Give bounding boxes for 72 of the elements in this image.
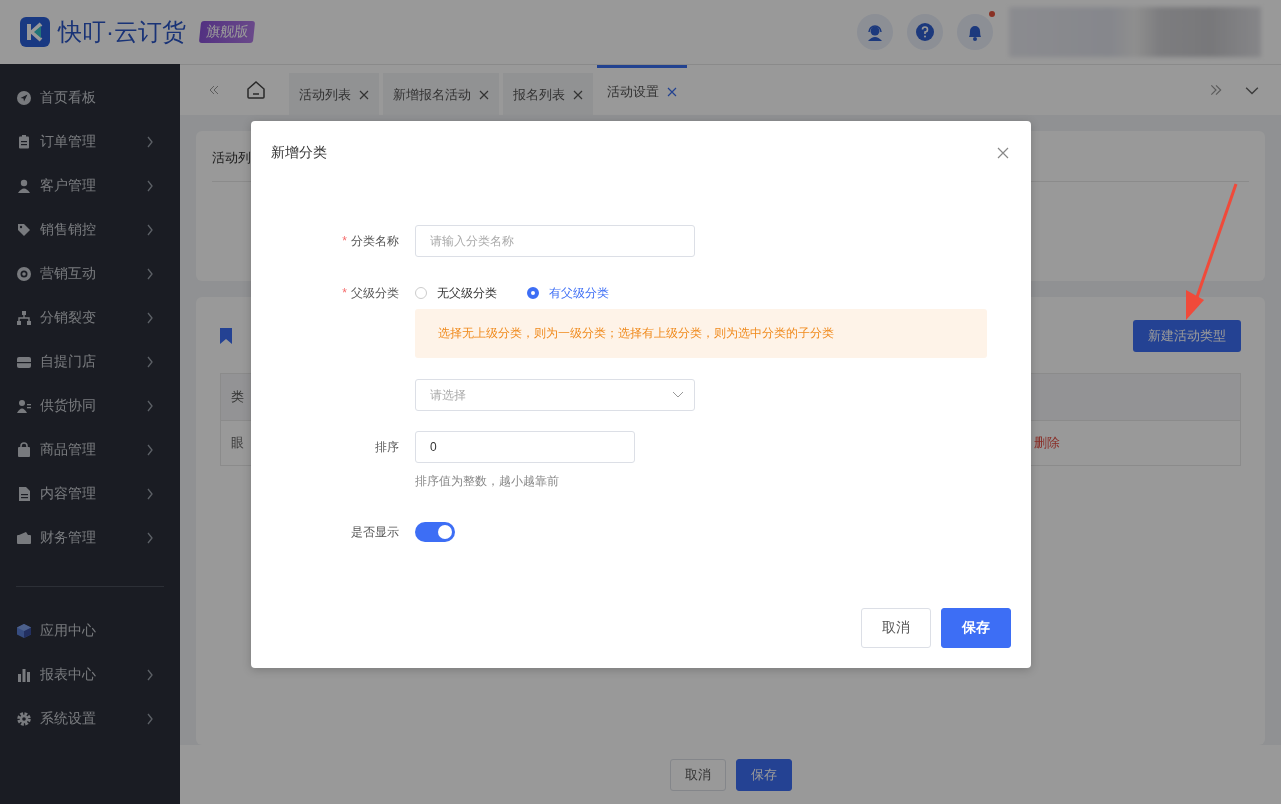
field-label: 排序	[374, 438, 399, 456]
sidebar-item[interactable]: 应用中心	[0, 609, 180, 653]
delete-link[interactable]: 删除	[1034, 434, 1060, 452]
close-icon[interactable]	[667, 86, 677, 97]
tab[interactable]: 新增报名活动	[383, 73, 499, 115]
tab[interactable]: 活动列表	[289, 73, 379, 115]
cancel-button[interactable]: 取消	[669, 758, 726, 791]
bag-icon	[16, 442, 32, 458]
save-button[interactable]: 保存	[735, 758, 792, 791]
radio-option[interactable]: 无父级分类	[415, 284, 497, 302]
sidebar-item[interactable]: 内容管理	[0, 472, 180, 516]
close-icon[interactable]	[479, 90, 489, 100]
settings-icon	[16, 711, 32, 727]
close-button[interactable]	[997, 146, 1011, 160]
card-tab[interactable]: 活动列	[212, 149, 251, 167]
sidebar-item[interactable]: 订单管理	[0, 120, 180, 164]
home-icon[interactable]	[246, 80, 266, 100]
close-icon	[997, 147, 1009, 159]
headset-person-icon	[865, 22, 885, 42]
close-icon[interactable]	[359, 90, 369, 100]
clipboard-icon	[16, 134, 32, 150]
bookmark-icon	[220, 328, 232, 344]
sidebar-item[interactable]: 销售销控	[0, 208, 180, 252]
sidebar-item[interactable]: 分销裂变	[0, 296, 180, 340]
field-label: 是否显示	[350, 523, 399, 541]
sidebar-item[interactable]: 客户管理	[0, 164, 180, 208]
sidebar-item[interactable]: 系统设置	[0, 697, 180, 741]
sidebar-item[interactable]: 供货协同	[0, 384, 180, 428]
compass-icon	[16, 90, 32, 106]
wallet-icon	[16, 530, 32, 546]
help-button[interactable]	[907, 14, 943, 50]
cancel-button[interactable]: 取消	[861, 608, 931, 648]
help-icon	[915, 22, 935, 42]
tab[interactable]: 报名列表	[503, 73, 593, 115]
double-chevron-left-icon	[208, 84, 220, 96]
close-icon[interactable]	[573, 90, 583, 100]
field-label: * 父级分类	[341, 284, 399, 302]
table-cell: 眼	[231, 434, 244, 452]
cube-icon	[16, 623, 32, 639]
sidebar-item[interactable]: 自提门店	[0, 340, 180, 384]
sidebar-item[interactable]: 报表中心	[0, 653, 180, 697]
person-list-icon	[16, 398, 32, 414]
notice-message: 选择无上级分类，则为一级分类；选择有上级分类，则为选中分类的子分类	[415, 309, 987, 358]
radio-option[interactable]: 有父级分类	[527, 284, 609, 302]
sort-input[interactable]: 0	[415, 431, 635, 463]
logo-icon	[20, 17, 50, 47]
bar-chart-icon	[16, 667, 32, 683]
support-button[interactable]	[857, 14, 893, 50]
field-hint: 排序值为整数，越小越靠前	[415, 473, 560, 490]
logo-text: 快叮·云订货	[58, 17, 186, 47]
edition-badge: 旗舰版	[198, 21, 256, 43]
parent-select[interactable]: 请选择	[415, 379, 695, 411]
target-icon	[16, 266, 32, 282]
column-header: 类	[231, 388, 244, 406]
chevron-down-icon	[672, 391, 684, 399]
double-chevron-right-icon[interactable]	[1209, 83, 1223, 97]
store-icon	[16, 354, 32, 370]
notification-button[interactable]	[957, 14, 993, 50]
field-label: * 分类名称	[341, 232, 399, 250]
new-type-button[interactable]: 新建活动类型	[1133, 320, 1241, 352]
name-input[interactable]: 请输入分类名称	[415, 225, 695, 257]
hierarchy-icon	[16, 310, 32, 326]
tag-icon	[16, 222, 32, 238]
sidebar-item[interactable]: 首页看板	[0, 76, 180, 120]
save-button[interactable]: 保存	[941, 608, 1011, 648]
toggle-switch[interactable]	[415, 522, 455, 542]
sidebar-item[interactable]: 商品管理	[0, 428, 180, 472]
dialog-title: 新增分类	[271, 144, 327, 162]
sidebar-item[interactable]: 营销互动	[0, 252, 180, 296]
document-icon	[16, 486, 32, 502]
person-icon	[16, 178, 32, 194]
sidebar-item[interactable]: 财务管理	[0, 516, 180, 560]
